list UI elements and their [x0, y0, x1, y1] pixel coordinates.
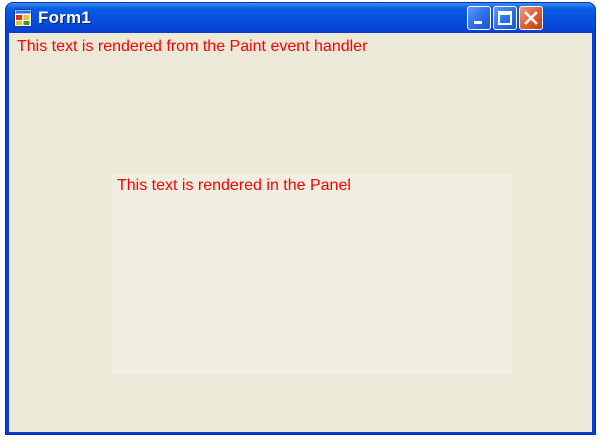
panel: This text is rendered in the Panel	[112, 174, 512, 374]
window-title: Form1	[38, 8, 91, 27]
maximize-icon	[498, 11, 512, 25]
minimize-icon	[474, 21, 482, 24]
client-area: This text is rendered in the Panel	[9, 33, 592, 432]
maximize-button[interactable]	[493, 6, 517, 30]
title-bar[interactable]: Form1	[6, 3, 595, 33]
close-button[interactable]	[519, 6, 543, 30]
panel-text: This text is rendered in the Panel	[117, 177, 351, 194]
minimize-button[interactable]	[467, 6, 491, 30]
app-window-icon	[14, 9, 32, 27]
paint-event-text: This text is rendered from the Paint eve…	[17, 38, 368, 55]
form-window: Form1 This text is rendered in the Panel…	[5, 2, 596, 435]
close-icon	[524, 11, 538, 25]
